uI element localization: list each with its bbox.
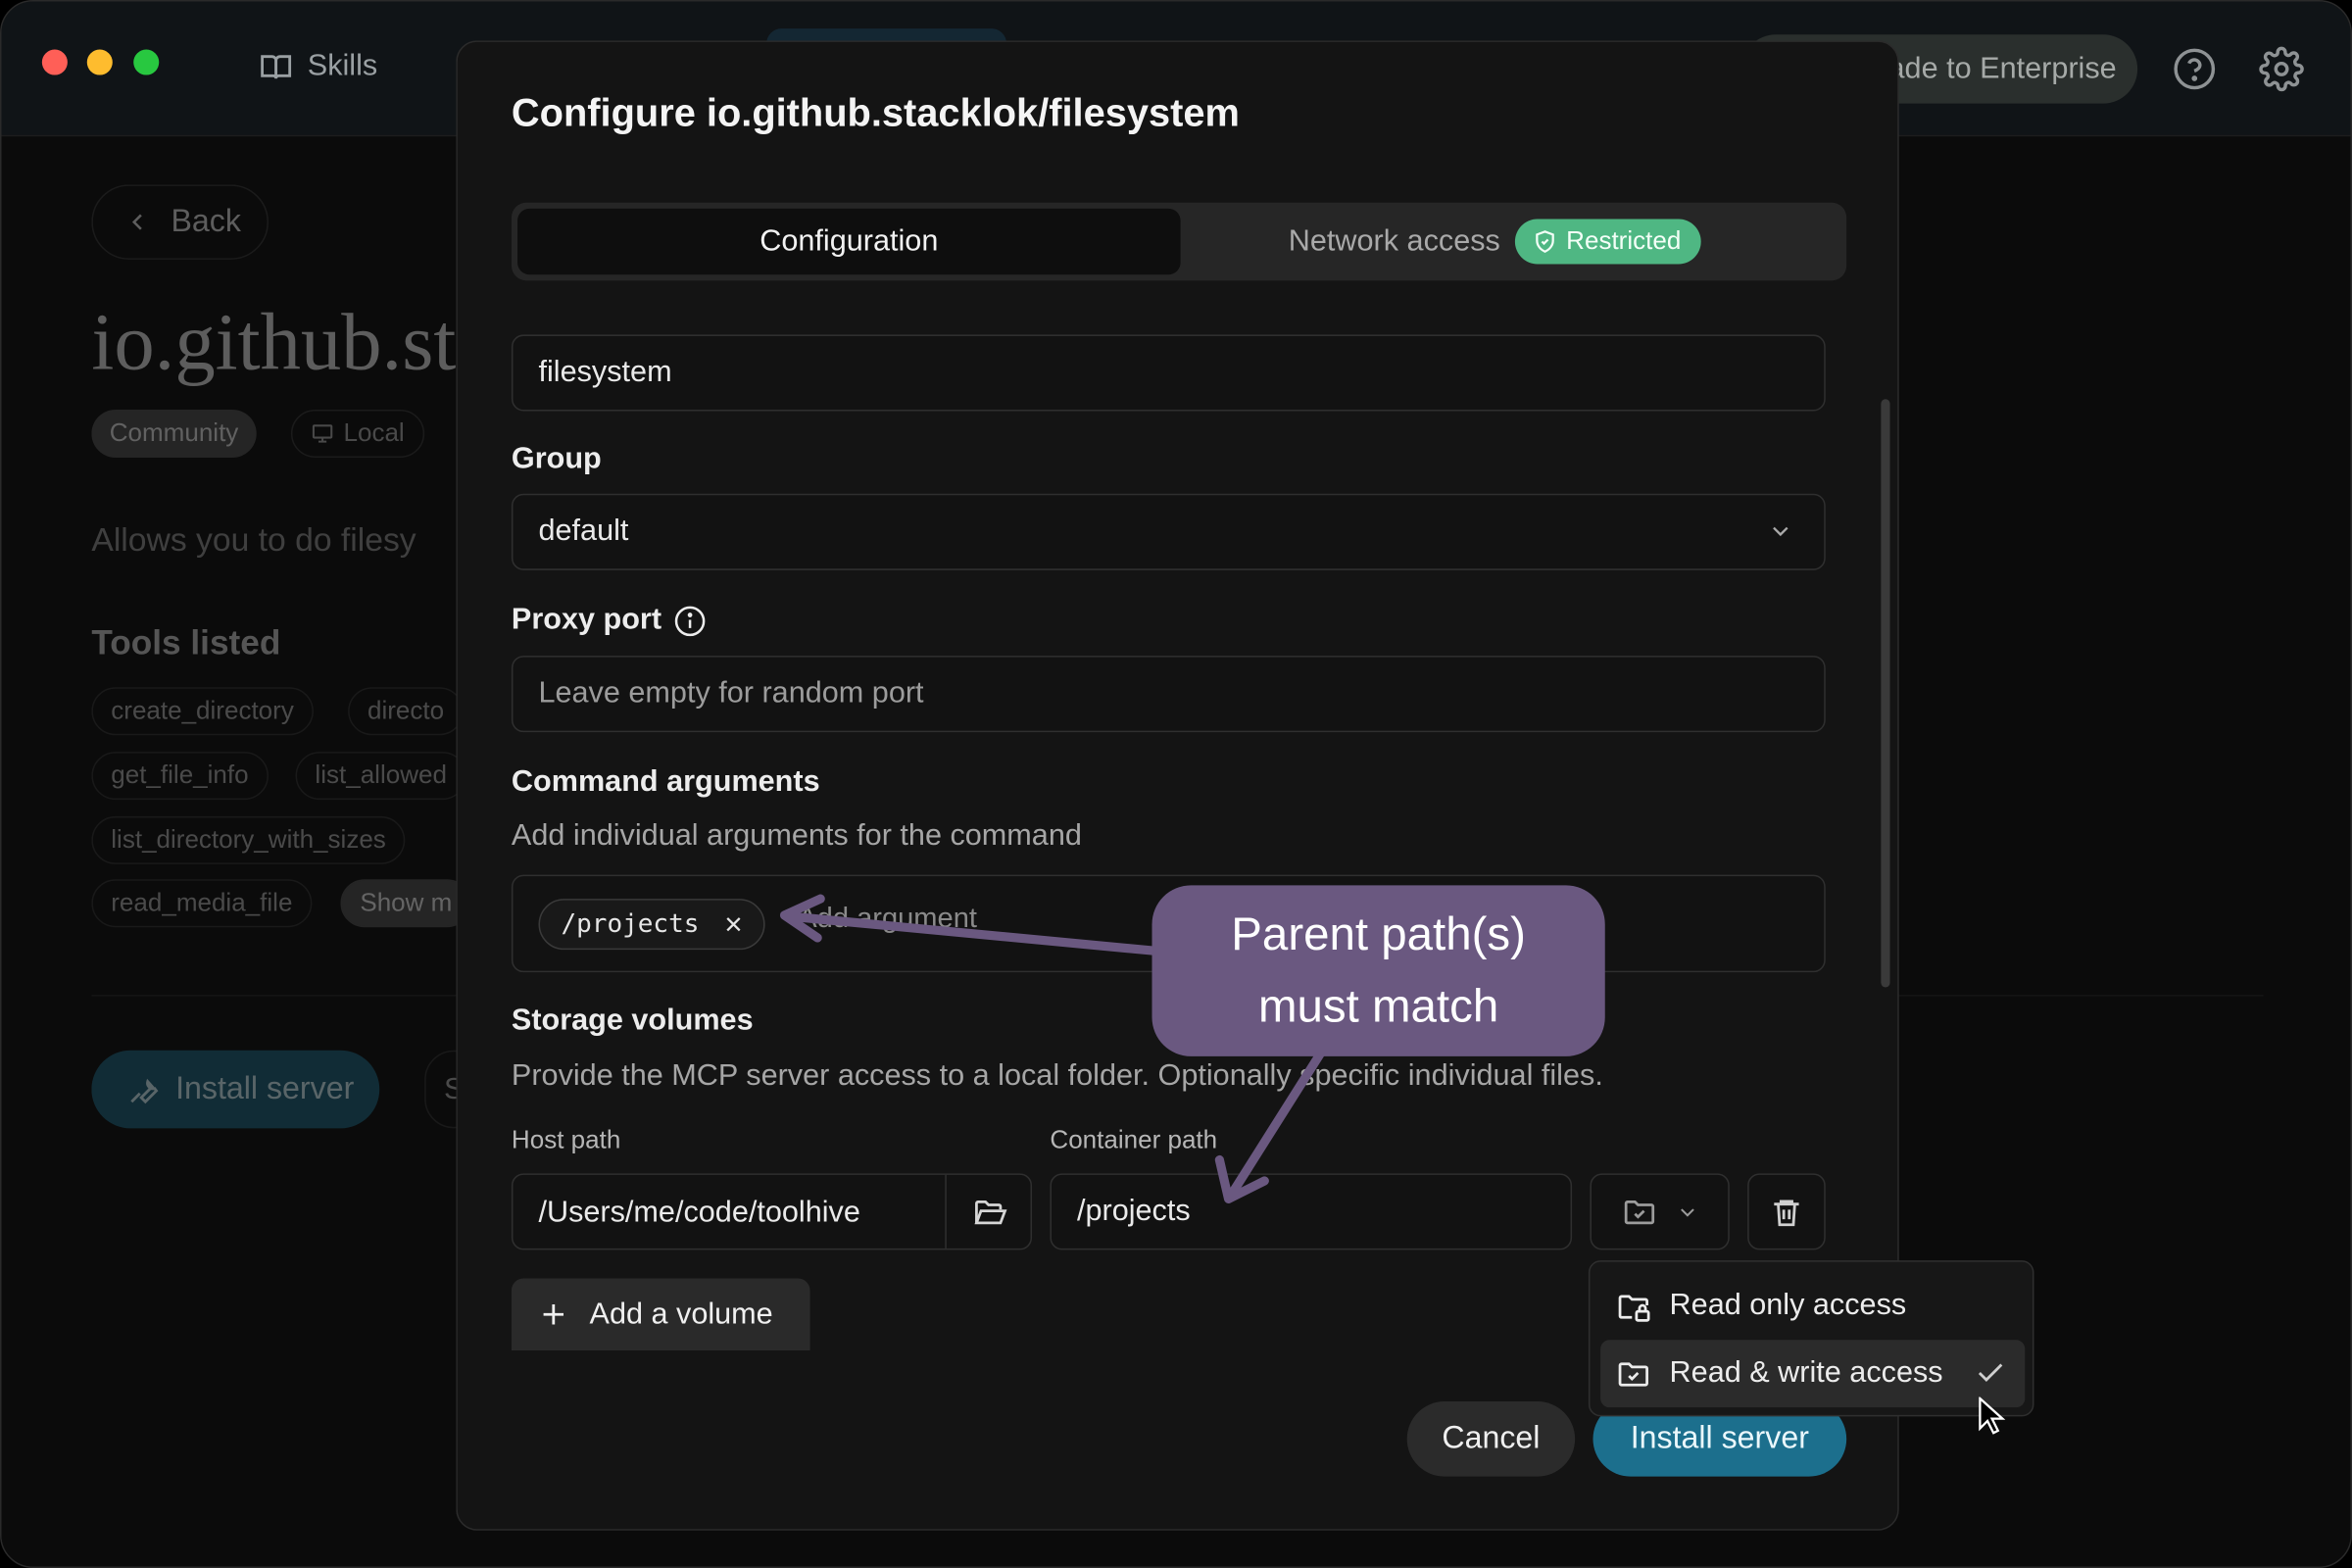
tool-chip: directo	[348, 687, 465, 736]
window-close-button[interactable]	[41, 49, 68, 75]
group-select-value: default	[538, 514, 629, 548]
proxy-port-label-text: Proxy port	[511, 603, 662, 637]
nav-skills[interactable]: Skills	[260, 50, 377, 84]
badge-local: Local	[290, 409, 424, 458]
wrench-icon	[127, 1073, 161, 1106]
host-path-input[interactable]: /Users/me/code/toolhive	[511, 1173, 1033, 1250]
badge-local-label: Local	[343, 418, 405, 448]
shield-check-icon	[1534, 229, 1557, 253]
add-argument-placeholder[interactable]: Add argument	[798, 904, 977, 937]
tab-network-access[interactable]: Network access Restricted	[1288, 209, 1701, 274]
dialog-title: Configure io.github.stacklok/filesystem	[511, 89, 1240, 135]
command-arguments-label: Command arguments	[512, 765, 820, 800]
group-label: Group	[512, 443, 602, 477]
delete-volume-button[interactable]	[1747, 1173, 1826, 1250]
nav-skills-label: Skills	[307, 49, 378, 83]
restricted-badge: Restricted	[1515, 219, 1701, 265]
add-volume-button[interactable]: Add a volume	[511, 1278, 810, 1350]
divider	[945, 1174, 947, 1249]
argument-tag-label: /projects	[561, 908, 700, 940]
install-server-button-bg[interactable]: Install server	[91, 1050, 380, 1129]
window-zoom-button[interactable]	[133, 49, 160, 75]
argument-tag: /projects	[538, 899, 765, 951]
server-description: Allows you to do filesy	[91, 520, 416, 559]
server-title: io.github.st	[91, 297, 457, 388]
trash-icon	[1770, 1196, 1803, 1229]
container-path-value: /projects	[1076, 1194, 1191, 1228]
info-icon[interactable]	[673, 604, 707, 637]
tools-heading: Tools listed	[91, 622, 281, 662]
cancel-button[interactable]: Cancel	[1406, 1401, 1576, 1477]
tab-configuration[interactable]: Configuration	[517, 208, 1181, 275]
dialog-tabs: Configuration Network access Restricted	[511, 202, 1847, 281]
show-more-tools-button[interactable]: Show m	[340, 879, 472, 928]
monitor-icon	[311, 421, 334, 445]
menu-item-read-only[interactable]: Read only access	[1600, 1272, 2025, 1340]
tab-configuration-label: Configuration	[760, 223, 939, 258]
host-path-value: /Users/me/code/toolhive	[538, 1196, 860, 1229]
app-root: Skills Upgrade to Enterprise Back io.git…	[0, 0, 2352, 1568]
add-volume-label: Add a volume	[589, 1297, 773, 1331]
check-icon	[1974, 1356, 2007, 1390]
back-label: Back	[171, 204, 241, 239]
access-mode-select[interactable]	[1590, 1173, 1730, 1250]
annotation-line-1: Parent path(s)	[1231, 907, 1526, 960]
group-select[interactable]: default	[511, 493, 1826, 570]
app-window: Skills Upgrade to Enterprise Back io.git…	[0, 0, 2352, 1568]
command-arguments-description: Add individual arguments for the command	[511, 818, 1082, 853]
command-arguments-label-text: Command arguments	[511, 764, 820, 799]
window-minimize-button[interactable]	[86, 49, 113, 75]
install-server-label-bg: Install server	[175, 1071, 355, 1106]
folder-open-icon[interactable]	[972, 1195, 1008, 1231]
badge-community-label: Community	[109, 418, 239, 448]
gear-icon[interactable]	[2259, 46, 2304, 92]
proxy-port-input[interactable]: Leave empty for random port	[511, 656, 1826, 733]
annotation-line-2: must match	[1258, 979, 1499, 1033]
badge-community: Community	[91, 409, 257, 458]
menu-item-read-write[interactable]: Read & write access	[1600, 1340, 2026, 1408]
chevron-down-icon	[1675, 1200, 1698, 1223]
access-dropdown-menu: Read only access Read & write access	[1588, 1260, 2034, 1417]
folder-check-icon	[1615, 1355, 1651, 1392]
group-label-text: Group	[511, 442, 602, 476]
restricted-label: Restricted	[1566, 226, 1682, 256]
container-path-label: Container path	[1050, 1125, 1218, 1154]
proxy-port-label: Proxy port	[512, 604, 707, 638]
folder-lock-icon	[1615, 1288, 1651, 1324]
server-name-value: filesystem	[538, 355, 672, 389]
host-path-label: Host path	[511, 1125, 621, 1154]
storage-volumes-label: Storage volumes	[512, 1004, 754, 1038]
storage-volumes-description: Provide the MCP server access to a local…	[511, 1058, 1603, 1093]
scrollbar[interactable]	[1881, 399, 1890, 988]
cursor-icon	[1979, 1396, 2006, 1436]
tool-chip: list_allowed	[295, 752, 466, 801]
install-server-label: Install server	[1630, 1420, 1809, 1456]
menu-item-label: Read only access	[1669, 1289, 1907, 1322]
proxy-port-placeholder: Leave empty for random port	[538, 676, 924, 710]
tool-chip: create_directory	[91, 687, 314, 736]
server-name-input[interactable]: filesystem	[511, 334, 1826, 412]
plus-icon	[538, 1299, 568, 1330]
annotation-callout: Parent path(s) must match	[1152, 885, 1605, 1056]
help-icon[interactable]	[2172, 46, 2217, 91]
tool-chip: get_file_info	[91, 752, 269, 801]
back-button[interactable]: Back	[91, 184, 269, 260]
tab-network-access-label: Network access	[1288, 223, 1500, 258]
close-icon[interactable]	[723, 913, 744, 934]
tool-chip: read_media_file	[91, 879, 313, 928]
tool-chip: list_directory_with_sizes	[91, 815, 406, 864]
book-icon	[260, 50, 293, 83]
cancel-label: Cancel	[1442, 1420, 1541, 1456]
chevron-left-icon	[126, 210, 150, 233]
menu-item-label: Read & write access	[1669, 1356, 1943, 1390]
chevron-down-icon	[1767, 517, 1794, 545]
folder-check-icon	[1621, 1194, 1657, 1230]
storage-volumes-label-text: Storage volumes	[511, 1004, 754, 1037]
container-path-input[interactable]: /projects	[1050, 1173, 1573, 1250]
